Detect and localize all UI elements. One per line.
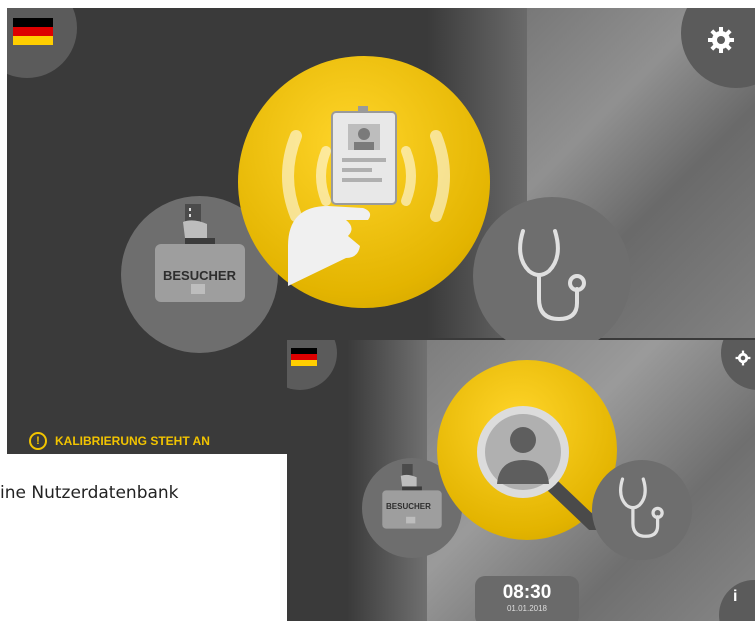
warning-icon: ! — [29, 432, 47, 450]
gear-icon — [708, 27, 734, 53]
german-flag-icon — [291, 348, 317, 366]
stethoscope-icon — [518, 229, 586, 322]
medical-button[interactable] — [473, 197, 631, 355]
stethoscope-icon — [618, 477, 664, 538]
user-search-button[interactable] — [437, 360, 617, 540]
gear-icon — [735, 350, 751, 366]
clock-date: 01.01.2018 — [506, 604, 548, 613]
briefcase-icon — [382, 464, 442, 529]
user-search-icon — [477, 406, 600, 530]
warning-text: KALIBRIERUNG STEHT AN — [55, 434, 210, 448]
card-scan-button[interactable] — [238, 56, 490, 308]
visitor-button-label: BESUCHER — [163, 268, 236, 283]
german-flag-icon — [13, 18, 53, 45]
language-button[interactable] — [287, 340, 337, 390]
terminal-screen-secondary: BESUCHER 08:30 01.01.2018 i — [287, 340, 755, 621]
calibration-warning: ! KALIBRIERUNG STEHT AN — [29, 432, 210, 450]
medical-button[interactable] — [592, 460, 692, 560]
nfc-id-card-icon — [282, 106, 450, 286]
caption-text: ine Nutzerdatenbank — [0, 483, 179, 503]
language-button[interactable] — [7, 8, 77, 78]
clock-time: 08:30 — [502, 582, 552, 603]
briefcase-icon — [155, 204, 245, 302]
visitor-button-label: BESUCHER — [386, 502, 431, 511]
info-icon: i — [733, 588, 738, 605]
clock-panel: 08:30 01.01.2018 — [475, 576, 579, 621]
